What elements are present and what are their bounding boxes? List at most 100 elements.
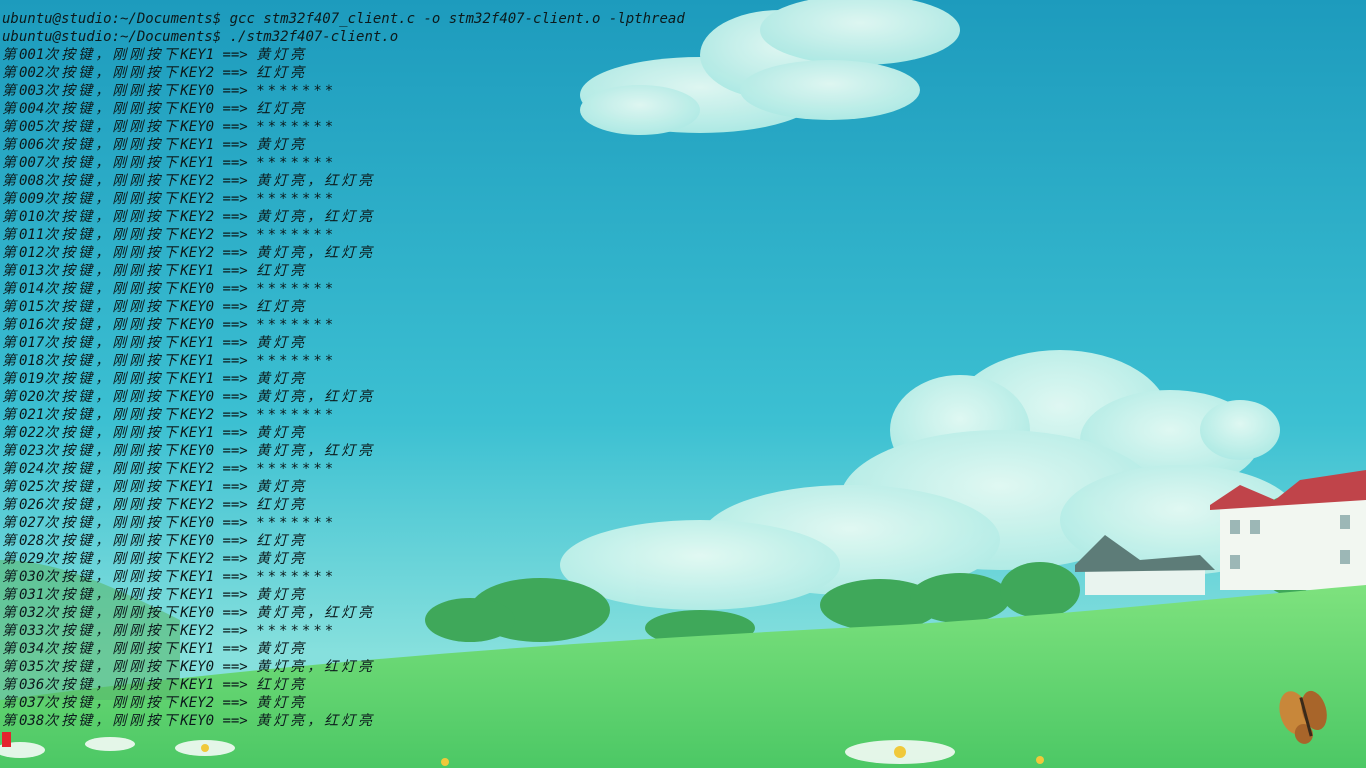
- output-prefix: 第: [2, 425, 19, 441]
- output-prefix: 第: [2, 533, 19, 549]
- terminal-command-line: ubuntu@studio:~/Documents$ gcc stm32f407…: [2, 10, 1366, 28]
- output-prefix: 第: [2, 173, 19, 189]
- terminal-output-line: 第 008 次按键，刚刚按下 KEY2 ==> 黄灯亮，红灯亮: [2, 172, 1366, 190]
- output-label: 次按键，刚刚按下: [44, 407, 181, 423]
- press-number: 032: [19, 605, 45, 621]
- key-name: KEY1: [180, 425, 215, 441]
- output-prefix: 第: [2, 407, 19, 423]
- led-result: 红灯亮: [256, 497, 308, 513]
- output-prefix: 第: [2, 677, 19, 693]
- key-name: KEY0: [180, 101, 215, 117]
- output-arrow: ==>: [222, 281, 248, 297]
- key-name: KEY1: [180, 569, 215, 585]
- output-arrow: ==>: [222, 119, 248, 135]
- output-prefix: 第: [2, 281, 19, 297]
- output-arrow: ==>: [222, 605, 248, 621]
- output-label: 次按键，刚刚按下: [44, 587, 181, 603]
- output-label: 次按键，刚刚按下: [44, 335, 181, 351]
- output-label: 次按键，刚刚按下: [44, 191, 181, 207]
- led-result: *******: [256, 191, 337, 207]
- key-name: KEY0: [180, 533, 215, 549]
- terminal-output-line: 第 010 次按键，刚刚按下 KEY2 ==> 黄灯亮，红灯亮: [2, 208, 1366, 226]
- press-number: 017: [19, 335, 45, 351]
- output-arrow: ==>: [222, 497, 248, 513]
- terminal-output-line: 第 021 次按键，刚刚按下 KEY2 ==> *******: [2, 406, 1366, 424]
- output-label: 次按键，刚刚按下: [44, 479, 181, 495]
- led-result: 黄灯亮: [256, 47, 308, 63]
- terminal-input-line[interactable]: [2, 730, 1366, 748]
- led-result: 红灯亮: [256, 263, 308, 279]
- terminal-window[interactable]: ubuntu@studio:~/Documents$ gcc stm32f407…: [0, 0, 1366, 768]
- key-name: KEY1: [180, 677, 215, 693]
- key-name: KEY1: [180, 263, 215, 279]
- press-number: 034: [19, 641, 45, 657]
- output-arrow: ==>: [222, 461, 248, 477]
- output-arrow: ==>: [222, 479, 248, 495]
- output-prefix: 第: [2, 335, 19, 351]
- shell-prompt: ubuntu@studio:~/Documents$: [2, 11, 222, 27]
- terminal-output-line: 第 020 次按键，刚刚按下 KEY0 ==> 黄灯亮，红灯亮: [2, 388, 1366, 406]
- output-prefix: 第: [2, 263, 19, 279]
- key-name: KEY2: [180, 173, 215, 189]
- press-number: 038: [19, 713, 45, 729]
- output-prefix: 第: [2, 119, 19, 135]
- press-number: 018: [19, 353, 45, 369]
- press-number: 030: [19, 569, 45, 585]
- press-number: 037: [19, 695, 45, 711]
- output-prefix: 第: [2, 101, 19, 117]
- press-number: 002: [19, 65, 45, 81]
- key-name: KEY2: [180, 551, 215, 567]
- press-number: 004: [19, 101, 45, 117]
- key-name: KEY2: [180, 407, 215, 423]
- output-arrow: ==>: [222, 587, 248, 603]
- shell-prompt: ubuntu@studio:~/Documents$: [2, 29, 222, 45]
- terminal-output-line: 第 026 次按键，刚刚按下 KEY2 ==> 红灯亮: [2, 496, 1366, 514]
- terminal-output-line: 第 005 次按键，刚刚按下 KEY0 ==> *******: [2, 118, 1366, 136]
- terminal-output-line: 第 031 次按键，刚刚按下 KEY1 ==> 黄灯亮: [2, 586, 1366, 604]
- press-number: 035: [19, 659, 45, 675]
- output-arrow: ==>: [222, 695, 248, 711]
- led-result: *******: [256, 119, 337, 135]
- key-name: KEY2: [180, 461, 215, 477]
- key-name: KEY2: [180, 227, 215, 243]
- led-result: *******: [256, 515, 337, 531]
- press-number: 006: [19, 137, 45, 153]
- output-prefix: 第: [2, 479, 19, 495]
- terminal-output-line: 第 023 次按键，刚刚按下 KEY0 ==> 黄灯亮，红灯亮: [2, 442, 1366, 460]
- key-name: KEY0: [180, 515, 215, 531]
- output-arrow: ==>: [222, 317, 248, 333]
- press-number: 020: [19, 389, 45, 405]
- output-arrow: ==>: [222, 263, 248, 279]
- led-result: *******: [256, 83, 337, 99]
- key-name: KEY0: [180, 605, 215, 621]
- press-number: 005: [19, 119, 45, 135]
- terminal-output-line: 第 032 次按键，刚刚按下 KEY0 ==> 黄灯亮，红灯亮: [2, 604, 1366, 622]
- press-number: 014: [19, 281, 45, 297]
